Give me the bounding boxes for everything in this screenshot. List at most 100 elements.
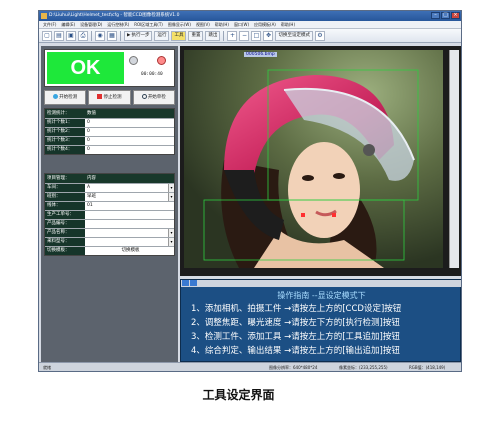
window-title: D:\Liuhui\Light\Helmet_test\cfg - 智能CCD图… [49, 13, 180, 18]
camera-image[interactable]: 000506.bmp [184, 50, 443, 268]
table-row: 产品名称： ▾ [45, 228, 174, 237]
run-button[interactable]: 运行 [154, 30, 170, 41]
menu-roi[interactable]: ROI区域工具(T) [134, 21, 163, 28]
table-row: 统计个数4： 0 [45, 145, 174, 154]
menu-file[interactable]: 文件(F) [43, 21, 56, 28]
exit-step-label: 跳出 [208, 32, 218, 38]
switch-mode-button[interactable]: 切换至设定模式 [275, 30, 313, 41]
minimize-button[interactable]: – [431, 12, 440, 19]
magnifier-icon [141, 94, 147, 99]
row-value[interactable]: 0 [85, 146, 174, 154]
line-field[interactable]: 01 [85, 202, 174, 210]
status-rgb: RGB值：(418,149) [409, 365, 446, 370]
switch-template-button[interactable]: 切换模板 [85, 247, 174, 255]
chevron-down-icon[interactable]: ▾ [168, 193, 174, 201]
maximize-button[interactable]: □ [441, 12, 450, 19]
title-bar: D:\Liuhui\Light\Helmet_test\cfg - 智能CCD图… [39, 11, 461, 21]
table-row: 产品编号： [45, 219, 174, 228]
operation-guide: 操作指南 --显设定模式下 1、添加相机、拍摄工件 →请按左上方的[CCD设定]… [180, 279, 461, 362]
reset-button[interactable]: 重置 [188, 30, 204, 41]
project-table: 项目管理： 内容 车间： A ▾ 班别： 早班 ▾ 线体： 01 生产工单号： 产品编号：… [44, 173, 175, 256]
zoom-out-icon[interactable]: − [239, 30, 250, 41]
row-key: 来料型号： [45, 238, 85, 246]
menu-device[interactable]: 设备管理(D) [80, 21, 102, 28]
project-header: 项目管理： 内容 [45, 174, 174, 183]
single-detect-button[interactable]: 开始单检 [132, 90, 175, 105]
table-row: 来料型号： ▾ [45, 237, 174, 246]
stop-detect-button[interactable]: 停止检测 [88, 90, 131, 105]
row-key: 统计个数3： [45, 137, 85, 145]
exit-step-button[interactable]: 跳出 [205, 30, 221, 41]
app-icon [41, 13, 47, 19]
guide-title: 操作指南 --显设定模式下 [277, 291, 366, 300]
single-detect-label: 开始单检 [147, 95, 166, 100]
row-value[interactable]: 0 [85, 137, 174, 145]
status-resolution: 图像分辨率：640*480*24 [269, 365, 318, 370]
row-value[interactable]: 0 [85, 128, 174, 136]
table-row: 线体： 01 [45, 201, 174, 210]
camera-icon[interactable]: ◉ [95, 30, 105, 41]
image-scrollbar[interactable] [449, 50, 459, 268]
guide-line: 2、调整焦距、曝光速度 →请按左下方的[执行检测]按钮 [191, 318, 400, 328]
row-key: 统计个数2： [45, 128, 85, 136]
menu-view[interactable]: 视图(V) [196, 21, 210, 28]
guide-tabs [181, 280, 461, 287]
row-value[interactable]: 0 [85, 119, 174, 127]
guide-line: 3、检测工件、添加工具 →请按左上方的[工具追加]按钮 [191, 332, 400, 342]
menu-help2[interactable]: 帮助(H) [281, 21, 295, 28]
settings-icon[interactable]: ⚙ [314, 30, 325, 41]
fit-icon[interactable]: □ [251, 30, 262, 41]
menu-edit[interactable]: 编辑(E) [61, 21, 75, 28]
idle-led-icon [129, 56, 138, 65]
pan-icon[interactable]: ✥ [263, 30, 274, 41]
table-row: 生产工单号： [45, 210, 174, 219]
step-button[interactable]: ▶ 执行一步 [124, 30, 153, 41]
menu-run[interactable]: 运行控制(R) [107, 21, 129, 28]
start-detect-button[interactable]: 开始检测 [44, 90, 87, 105]
step-label: 执行一步 [131, 32, 150, 38]
close-button[interactable]: × [451, 12, 460, 19]
guide-tab-icon[interactable] [182, 280, 189, 286]
run-timer: 00:00:40 [141, 72, 163, 77]
guide-tab-icon[interactable] [190, 280, 197, 286]
grid-icon[interactable]: ▦ [107, 30, 117, 41]
chevron-down-icon[interactable]: ▾ [168, 229, 174, 237]
stats-header-key: 检测统计： [47, 111, 70, 116]
figure-caption: 工具设定界面 [202, 388, 275, 402]
workshop-select[interactable]: A [85, 184, 168, 192]
result-indicator: OK [47, 52, 124, 84]
table-row: 车间： A ▾ [45, 183, 174, 192]
zoom-in-icon[interactable]: + [227, 30, 238, 41]
folder-icon[interactable]: ▤ [54, 30, 64, 41]
menu-image[interactable]: 图像显示(W) [168, 21, 191, 28]
product-name-field[interactable] [85, 229, 168, 237]
menu-template[interactable]: 应用模板(A) [254, 21, 276, 28]
status-bar: 就绪 图像分辨率：640*480*24 像素坐标：(233,255,255) R… [39, 362, 461, 371]
save-icon[interactable]: ▣ [66, 30, 76, 41]
chevron-down-icon[interactable]: ▾ [168, 238, 174, 246]
chevron-down-icon[interactable]: ▾ [168, 184, 174, 192]
menu-bar: 文件(F) 编辑(E) 设备管理(D) 运行控制(R) ROI区域工具(T) 图… [39, 21, 461, 29]
result-panel: OK 00:00:40 [44, 49, 175, 87]
row-key: 班别： [45, 193, 85, 201]
shift-select[interactable]: 早班 [85, 193, 168, 201]
print-icon[interactable]: ⎙ [78, 30, 88, 41]
work-order-field[interactable] [85, 211, 174, 219]
menu-window[interactable]: 窗口(W) [234, 21, 249, 28]
tool-button[interactable]: 工具 [171, 30, 187, 41]
control-buttons: 开始检测 停止检测 开始单检 [44, 90, 175, 105]
stats-header: 检测统计： 数值 [45, 109, 174, 118]
helmet-photo [184, 50, 443, 268]
row-key: 车间： [45, 184, 85, 192]
row-key: 统计个数1： [45, 119, 85, 127]
row-key: 统计个数4： [45, 146, 85, 154]
material-model-field[interactable] [85, 238, 168, 246]
table-row: 统计个数3： 0 [45, 136, 174, 145]
toolbar-divider [120, 30, 121, 41]
table-row: 班别： 早班 ▾ [45, 192, 174, 201]
row-key: 产品名称： [45, 229, 85, 237]
product-code-field[interactable] [85, 220, 174, 228]
menu-help[interactable]: 帮助(H) [215, 21, 229, 28]
open-icon[interactable]: ▢ [42, 30, 52, 41]
tool-label: 工具 [174, 32, 184, 38]
